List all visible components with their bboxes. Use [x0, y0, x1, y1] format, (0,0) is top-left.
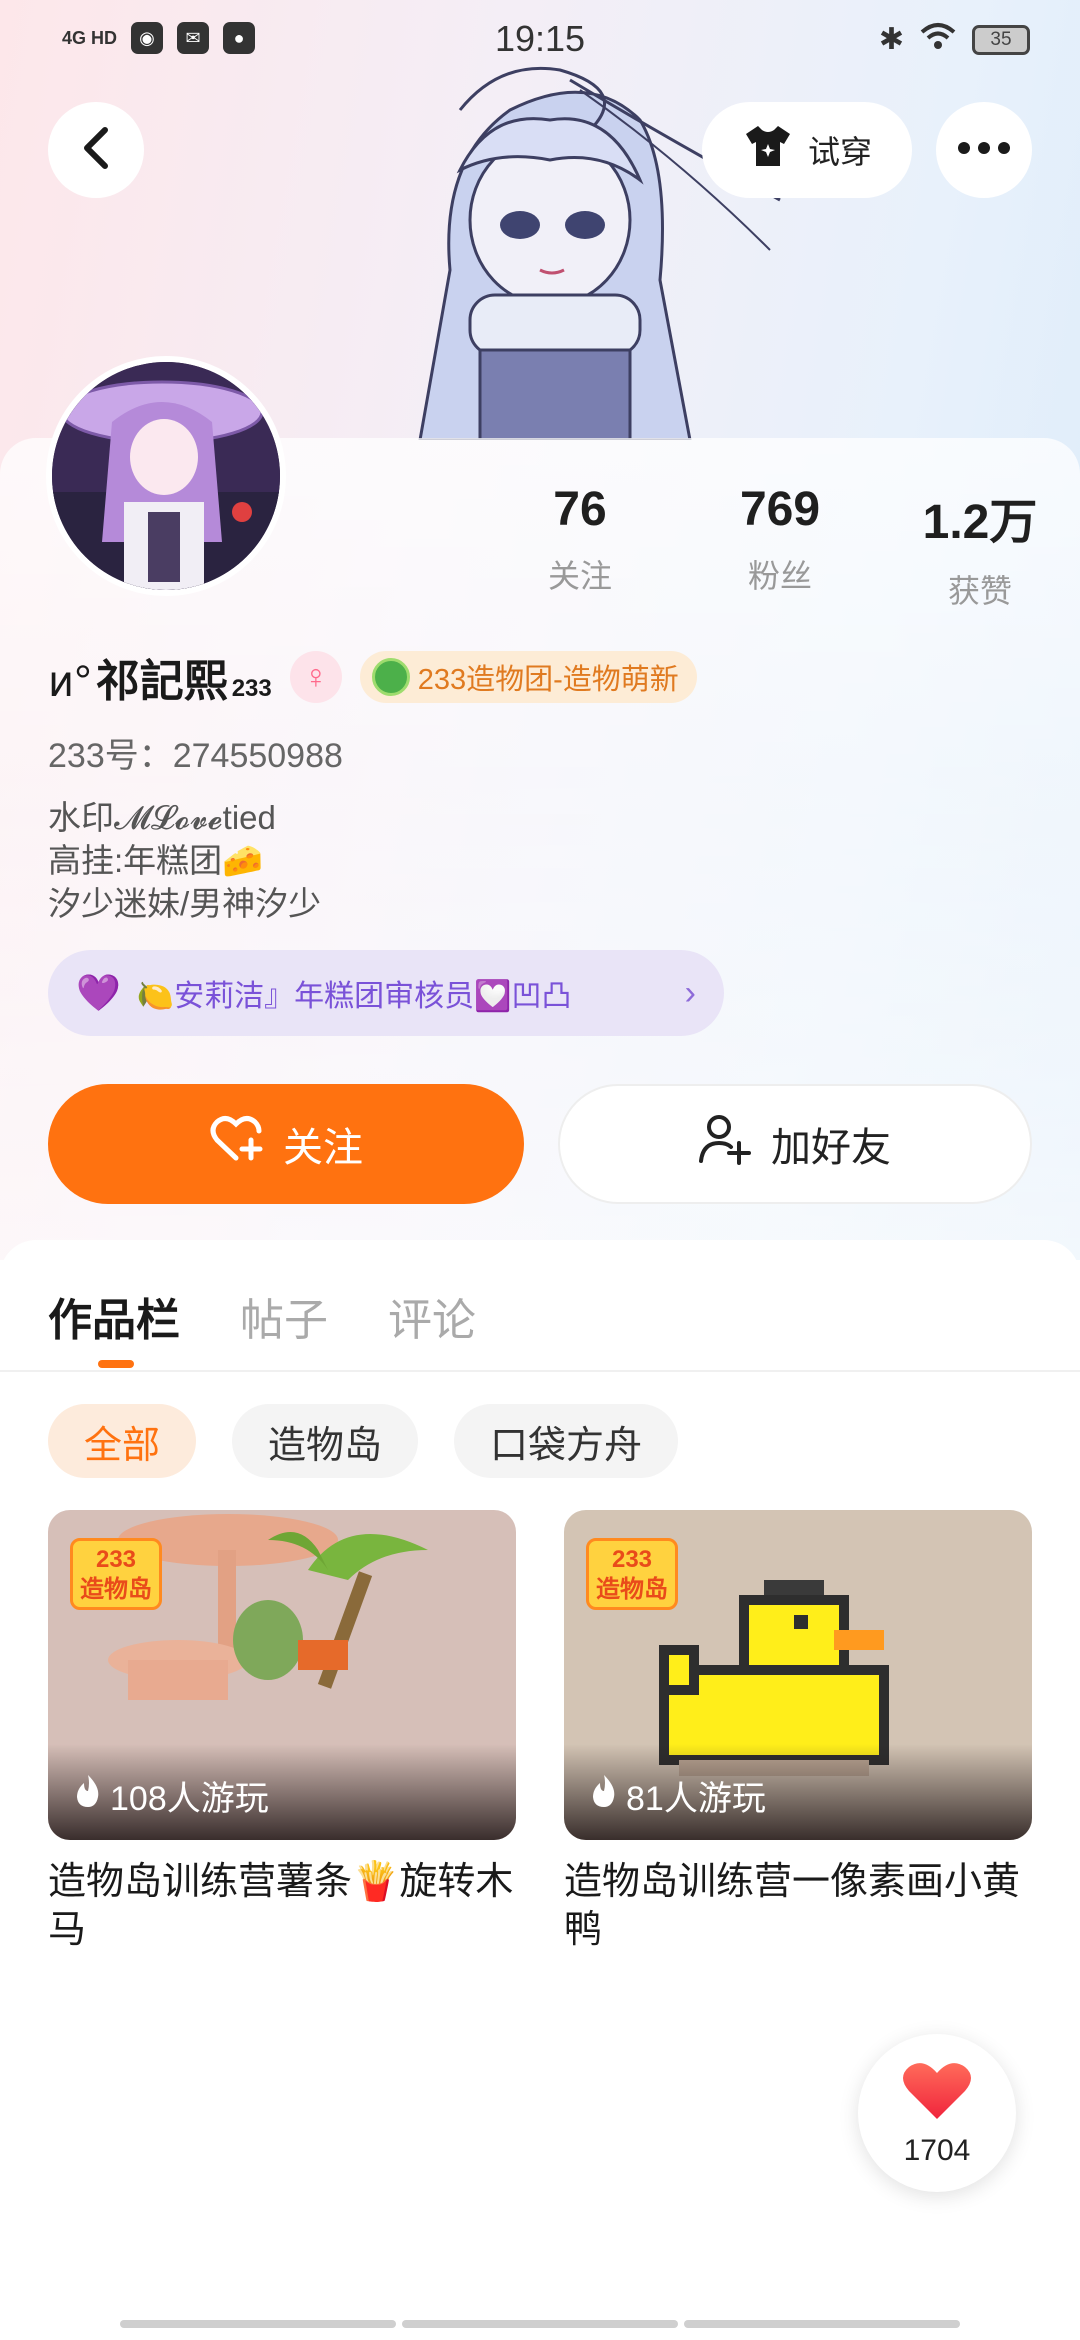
- follow-label: 关注: [283, 1126, 363, 1170]
- bluetooth-icon: ✱: [878, 23, 904, 56]
- follow-button[interactable]: 关注: [48, 1084, 524, 1204]
- try-on-label: 试穿: [807, 134, 872, 170]
- username-text: 祁記熙: [95, 657, 228, 706]
- club-text: 🍋安莉洁』年糕团审核员💟凹凸: [136, 980, 572, 1013]
- user-avatar[interactable]: [46, 356, 286, 596]
- stat-followers[interactable]: 769 粉丝: [680, 482, 880, 612]
- active-tab-indicator: [98, 1360, 134, 1368]
- tab-works[interactable]: 作品栏: [48, 1284, 180, 1348]
- club-membership-banner[interactable]: 💜 🍋安莉洁』年糕团审核员💟凹凸 ›: [48, 950, 724, 1036]
- profile-tabs: 作品栏 帖子 评论: [48, 1284, 476, 1348]
- work-card[interactable]: 233 造物岛 81人游玩 造物岛训练营一像素画小黄鸭: [564, 1510, 1032, 1954]
- stat-value: 769: [739, 483, 821, 536]
- stat-following[interactable]: 76 关注: [480, 482, 680, 612]
- bio-line: 汐少迷妹/男神汐少: [48, 885, 322, 922]
- back-button[interactable]: [48, 102, 144, 198]
- more-dots-icon: [957, 141, 1011, 160]
- female-gender-icon: ♀: [289, 651, 342, 703]
- bio-line: 水印𝓜𝓛𝓸𝓿𝓮tied: [48, 799, 276, 836]
- add-friend-label: 加好友: [771, 1126, 891, 1170]
- tab-comments[interactable]: 评论: [388, 1284, 476, 1348]
- like-count: 1704: [903, 2133, 971, 2167]
- stat-likes[interactable]: 1.2万 获赞: [880, 482, 1080, 612]
- profile-stats: 76 关注 769 粉丝 1.2万 获赞: [480, 482, 1080, 612]
- chevron-right-icon: ›: [684, 973, 696, 1012]
- user-bio: 水印𝓜𝓛𝓸𝓿𝓮tied 高挂:年糕团🧀 汐少迷妹/男神汐少: [48, 796, 321, 925]
- work-thumbnail: 233 造物岛 108人游玩: [48, 1510, 516, 1840]
- bio-line: 高挂:年糕团🧀: [48, 842, 264, 879]
- filter-chip-ark[interactable]: 口袋方舟: [454, 1404, 679, 1478]
- more-options-button[interactable]: [936, 102, 1032, 198]
- stat-value: 1.2万: [922, 496, 1038, 549]
- name-row: 𐑍° 祁記熙 233 ♀ 233造物团-造物萌新: [48, 646, 697, 708]
- back-arrow-icon: [79, 126, 113, 175]
- add-friend-button[interactable]: 加好友: [558, 1084, 1032, 1204]
- try-on-button[interactable]: 试穿: [702, 102, 912, 198]
- game-logo: 233 造物岛: [70, 1538, 162, 1610]
- category-filters: 全部 造物岛 口袋方舟: [48, 1404, 679, 1478]
- badge-emblem-icon: [371, 658, 410, 696]
- wifi-icon: [920, 22, 956, 57]
- status-bar: 4G HD ◉ ✉ ● 19:15 ✱ 35: [0, 0, 1080, 84]
- double-heart-icon: 💜: [76, 972, 121, 1013]
- work-title: 造物岛训练营一像素画小黄鸭: [564, 1861, 1021, 1951]
- gesture-navigation-bar[interactable]: [120, 2320, 960, 2328]
- tabs-divider: [0, 1370, 1080, 1372]
- badge-label: 233造物团-造物萌新: [417, 664, 679, 696]
- work-card[interactable]: 233 造物岛 108人游玩 造物岛训练营薯条🍟旋转木马: [48, 1510, 516, 1954]
- play-count-text: 81人游玩: [626, 1780, 766, 1818]
- work-title: 造物岛训练营薯条🍟旋转木马: [48, 1861, 514, 1951]
- tab-posts[interactable]: 帖子: [240, 1284, 328, 1348]
- add-user-icon: [699, 1113, 751, 1175]
- game-logo: 233 造物岛: [586, 1538, 678, 1610]
- filter-chip-all[interactable]: 全部: [48, 1404, 197, 1478]
- play-count: 81人游玩: [590, 1771, 766, 1820]
- battery-indicator: 35: [972, 24, 1030, 55]
- username-prefix: 𐑍°: [48, 657, 92, 706]
- tshirt-icon: [742, 122, 794, 178]
- username-suffix: 233: [231, 675, 272, 702]
- stat-label: 粉丝: [747, 558, 812, 594]
- stat-label: 关注: [547, 558, 612, 594]
- work-thumbnail: 233 造物岛 81人游玩: [564, 1510, 1032, 1840]
- heart-plus-icon: [209, 1114, 263, 1174]
- stat-label: 获赞: [947, 573, 1012, 609]
- play-count-text: 108人游玩: [110, 1780, 269, 1818]
- creator-badge[interactable]: 233造物团-造物萌新: [359, 651, 697, 703]
- heart-icon: [901, 2059, 973, 2128]
- play-count: 108人游玩: [74, 1771, 269, 1820]
- stat-value: 76: [553, 483, 607, 536]
- flame-icon: [74, 1773, 102, 1818]
- filter-chip-island[interactable]: 造物岛: [232, 1404, 419, 1478]
- user-id: 233号：274550988: [48, 737, 343, 775]
- works-grid: 233 造物岛 108人游玩 造物岛训练营薯条🍟旋转木马 233 造物岛 81人…: [48, 1510, 1032, 1954]
- flame-icon: [590, 1773, 618, 1818]
- username: 𐑍° 祁記熙 233: [48, 645, 272, 709]
- like-button[interactable]: 1704: [858, 2034, 1016, 2192]
